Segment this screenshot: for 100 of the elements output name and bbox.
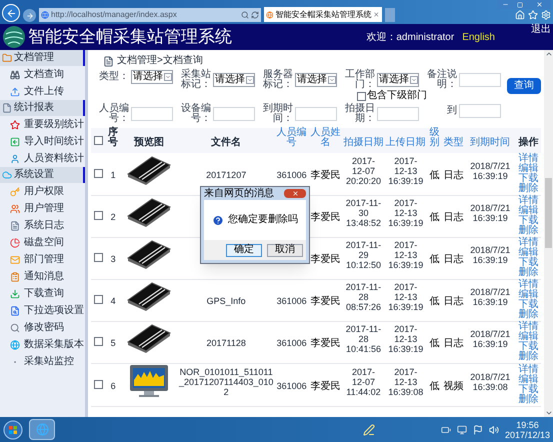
- dialog-button[interactable]: 确定: [226, 244, 262, 256]
- table-cell: 李爱民: [310, 380, 340, 392]
- action-link[interactable]: 详情: [518, 238, 538, 248]
- column-header[interactable]: 人员编号: [274, 128, 309, 148]
- column-header[interactable]: 上传日期: [386, 138, 426, 148]
- action-link[interactable]: 删除: [518, 226, 538, 236]
- field-label: 服务器标记：: [262, 70, 293, 90]
- clock[interactable]: 19:56 2017/12/13: [504, 420, 550, 440]
- table-cell: 2017-12-13 16:39:19: [388, 240, 424, 270]
- action-link[interactable]: 详情: [518, 364, 538, 374]
- action-link[interactable]: 下载: [518, 216, 538, 226]
- sidebar-item[interactable]: 人员资料统计: [0, 150, 85, 167]
- sidebar-item[interactable]: 文件上传: [0, 83, 85, 100]
- sidebar-group-header[interactable]: 统计报表: [0, 100, 85, 116]
- sidebar-item[interactable]: 系统日志: [0, 217, 85, 234]
- action-link[interactable]: 下载: [518, 258, 538, 268]
- table-cell: 李爱民: [310, 338, 340, 349]
- dropdown[interactable]: 请选择: [377, 73, 419, 87]
- table-cell: 2017-12-13 16:39:19: [388, 198, 424, 228]
- column-header: 操作: [518, 138, 538, 148]
- action-link[interactable]: 详情: [518, 196, 538, 206]
- field-label: 备注说明：: [426, 70, 457, 90]
- sidebar-item[interactable]: 数据采集版本: [0, 336, 85, 353]
- column-header[interactable]: 拍摄日期: [343, 138, 384, 148]
- table-cell: 361006: [276, 380, 307, 390]
- table-cell: 2017-11-28 08:57:26: [345, 282, 382, 312]
- sidebar-item[interactable]: 部门管理: [0, 251, 85, 268]
- table-cell: 2017-11-28 10:41:56: [345, 324, 382, 354]
- sidebar-item[interactable]: 修改密码: [0, 319, 85, 336]
- action-link[interactable]: 删除: [518, 268, 538, 278]
- table-cell: 日志: [443, 296, 464, 307]
- action-link[interactable]: 下载: [518, 342, 538, 352]
- sidebar-group-header[interactable]: 文档管理: [0, 50, 85, 66]
- sidebar-item[interactable]: 重要级别统计: [0, 116, 85, 133]
- action-link[interactable]: 编辑: [518, 248, 538, 258]
- sidebar-item[interactable]: 采集站监控: [0, 353, 85, 370]
- logout-link[interactable]: 退出: [531, 25, 551, 35]
- search-button[interactable]: 查询: [507, 78, 541, 94]
- action-link[interactable]: 删除: [518, 184, 538, 194]
- action-link[interactable]: 详情: [518, 154, 538, 164]
- dialog-message: 您确定要删除吗: [228, 215, 298, 225]
- table-cell: 361006: [276, 170, 307, 180]
- language-link[interactable]: English: [462, 30, 495, 44]
- table-cell: 视频: [443, 380, 464, 392]
- dropdown[interactable]: 请选择: [131, 70, 173, 84]
- action-link[interactable]: 删除: [518, 394, 538, 404]
- action-link[interactable]: 下载: [518, 174, 538, 184]
- action-link[interactable]: 下载: [518, 384, 538, 394]
- table-cell: 低: [429, 338, 440, 349]
- action-link[interactable]: 编辑: [518, 374, 538, 384]
- sidebar-item[interactable]: 导入时间统计: [0, 133, 85, 150]
- table-cell: 低: [429, 380, 440, 392]
- action-link[interactable]: 编辑: [518, 206, 538, 216]
- sidebar-item[interactable]: 下拉选项设置: [0, 302, 85, 319]
- action-link[interactable]: 编辑: [518, 290, 538, 300]
- column-header[interactable]: 级别: [426, 128, 442, 148]
- column-header: 预览图: [134, 138, 164, 148]
- sidebar-item[interactable]: 文档查询: [0, 66, 85, 83]
- table-cell: 20171128: [206, 338, 246, 348]
- table-cell: 6: [110, 380, 116, 390]
- action-link[interactable]: 详情: [518, 322, 538, 332]
- address-bar[interactable]: http://localhost/manager/index.aspx: [39, 8, 261, 22]
- column-header[interactable]: 类型: [443, 138, 464, 148]
- field-label: 采集站标记：: [180, 70, 211, 90]
- column-header: 文件名: [211, 138, 242, 148]
- action-link[interactable]: 详情: [518, 280, 538, 290]
- action-link[interactable]: 编辑: [518, 332, 538, 342]
- table-cell: 日志: [443, 254, 464, 265]
- sidebar-item[interactable]: 通知消息: [0, 268, 85, 285]
- action-link[interactable]: 编辑: [518, 164, 538, 174]
- table-cell: 2017-12-13 16:39:19: [388, 282, 424, 312]
- sidebar-item[interactable]: 下载查询: [0, 285, 85, 302]
- sidebar-item[interactable]: 用户权限: [0, 183, 85, 200]
- field-label: 设备编号：: [180, 104, 211, 124]
- column-header[interactable]: 到期时间: [470, 138, 510, 148]
- browser-tab[interactable]: 智能安全帽采集站管理系统: [264, 7, 382, 22]
- table-cell-text: 2018/7/21 16:39:19: [469, 287, 512, 307]
- table-cell: 日志: [443, 212, 464, 223]
- table-cell-text: 2018/7/21 16:39:08: [469, 372, 512, 392]
- app-title: 智能安全帽采集站管理系统: [28, 27, 232, 47]
- dialog-title: 来自网页的消息: [204, 188, 274, 198]
- checkbox-label: 包含下级部门: [367, 91, 427, 101]
- table-cell: 2017-12-13 16:39:08: [388, 366, 424, 396]
- sidebar-item[interactable]: 用户管理: [0, 200, 85, 217]
- sidebar-group-header[interactable]: 系统设置: [0, 167, 85, 183]
- dropdown[interactable]: 请选择: [295, 73, 337, 87]
- action-link[interactable]: 删除: [518, 310, 538, 320]
- table-cell: 低: [429, 170, 440, 181]
- table-cell: 1: [110, 170, 116, 180]
- sidebar-item[interactable]: 磁盘空间: [0, 234, 85, 251]
- dialog-button[interactable]: 取消: [267, 244, 303, 256]
- action-link[interactable]: 下载: [518, 300, 538, 310]
- table-cell: 日志: [443, 338, 464, 349]
- table-cell: 李爱民: [310, 254, 340, 265]
- action-link[interactable]: 删除: [518, 352, 538, 362]
- column-header[interactable]: 人员姓名: [308, 128, 342, 148]
- table-cell: 4: [110, 296, 116, 306]
- field-label: 拍摄日期：: [344, 104, 375, 124]
- dropdown[interactable]: 请选择: [213, 73, 255, 87]
- table-cell: 361006: [276, 338, 307, 348]
